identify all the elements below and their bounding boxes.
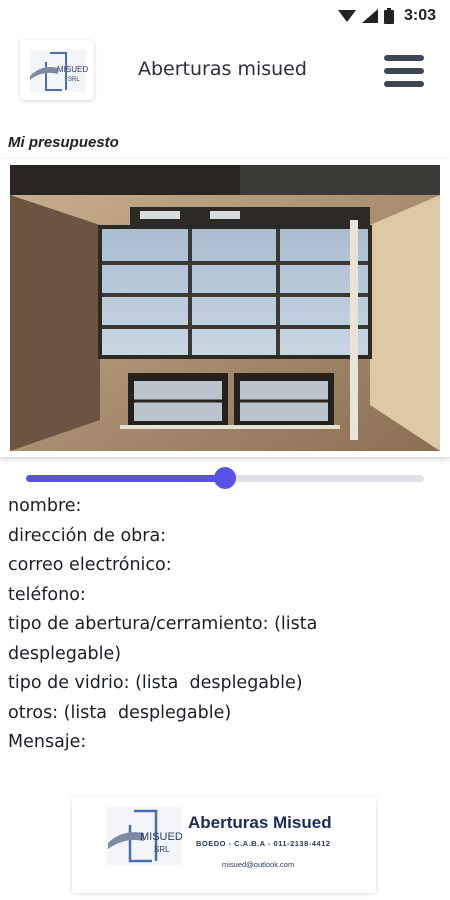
hamburger-menu-icon[interactable]: [382, 52, 426, 90]
field-label-direccion: dirección de obra:: [8, 525, 167, 546]
footer-brand-card: MISUED SRL Aberturas Misued BOEDO - C.A.…: [72, 797, 376, 893]
skylight-image: [10, 165, 440, 451]
image-slider[interactable]: [26, 466, 424, 490]
logo-text: MISUED: [57, 65, 88, 74]
footer-misued-logo: MISUED SRL: [106, 807, 183, 865]
logo-sub: SRL: [68, 77, 80, 83]
status-time: 3:03: [403, 7, 436, 24]
field-label-nombre: nombre:: [8, 496, 82, 516]
status-icons: 3:03: [337, 7, 436, 25]
menu-bar-bottom: [384, 81, 424, 87]
field-label-tipo-abertura: tipo de abertura/cerramiento: (lista des…: [8, 614, 323, 664]
field-label-tipo-vidrio: tipo de vidrio: (lista desplegable): [8, 673, 303, 693]
field-label-correo: correo electrónico:: [8, 555, 172, 575]
slider-fill: [26, 475, 225, 482]
slider-thumb[interactable]: [214, 467, 236, 489]
field-label-otros: otros: (lista desplegable): [8, 702, 232, 723]
footer-email[interactable]: misued@outlook.com: [222, 860, 294, 869]
quote-form-fields: nombre: dirección de obra: correo electr…: [8, 492, 408, 758]
app-header: MISUED SRL Aberturas misued: [0, 34, 450, 106]
misued-logo: MISUED SRL: [30, 50, 88, 92]
footer-address: BOEDO - C.A.B.A - 011-2138-4412: [196, 839, 331, 848]
footer-brand-name: Aberturas Misued: [188, 813, 332, 832]
skylight-photo: [0, 159, 450, 457]
footer-logo-text: MISUED: [140, 831, 183, 843]
battery-icon: [383, 8, 394, 24]
status-bar: 3:03: [0, 0, 450, 34]
field-label-mensaje: Mensaje:: [8, 732, 87, 752]
footer-logo-sub: SRL: [154, 845, 170, 854]
logo-button[interactable]: MISUED SRL: [20, 40, 94, 100]
menu-bar-middle: [384, 68, 424, 74]
app-title: Aberturas misued: [138, 58, 307, 80]
field-label-telefono: teléfono:: [8, 584, 86, 605]
section-title: Mi presupuesto: [8, 134, 119, 151]
signal-icon: [361, 9, 378, 23]
menu-bar-top: [384, 55, 424, 61]
wifi-icon: [337, 10, 356, 22]
